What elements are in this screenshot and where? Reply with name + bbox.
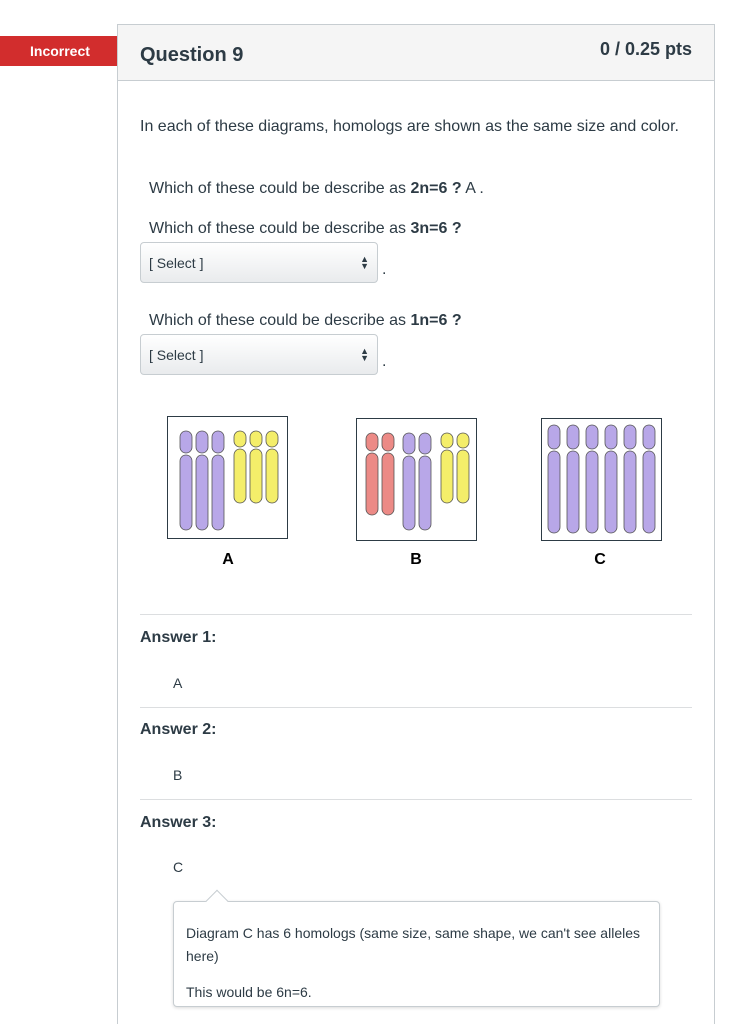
select-3n-value: [ Select ] [149,255,204,271]
sub-question-2n-term: 2n=6 ? [410,180,462,197]
chromosome [456,432,470,504]
answer-comment: Diagram C has 6 homologs (same size, sam… [173,889,660,1007]
answer-1-label: Answer 1: [140,629,217,646]
select-1n-arrow-icon: ▲ ▼ [360,346,369,363]
chromosome [585,424,599,534]
comment-text-2: This would be 6n=6. [186,984,312,1000]
select-3n-dropdown[interactable]: [ Select ] ▲ ▼ [140,242,378,283]
sub-question-3n: Which of these could be describe as 3n=6… [149,220,462,237]
sub-question-2n-answer: A . [461,180,484,197]
select-1n-trailing: . [382,353,387,370]
incorrect-label: Incorrect [30,43,90,59]
sub-question-1n: Which of these could be describe as 1n=6… [149,312,462,329]
chromosome [179,430,193,531]
diagram-b [356,418,477,541]
diagram-c-chromosomes [547,424,656,534]
sub-question-1n-term: 1n=6 ? [410,312,462,329]
diagram-c-label: C [594,551,606,568]
comment-pointer [205,889,229,913]
question-title: Question 9 [140,44,244,66]
sub-question-3n-term: 3n=6 ? [410,220,462,237]
question-text: In each of these diagrams, homologs are … [140,118,679,135]
select-1n-dropdown[interactable]: [ Select ] ▲ ▼ [140,334,378,375]
sub-question-2n: Which of these could be describe as 2n=6… [149,180,484,197]
question-header: Question 9 0 / 0.25 pts [118,25,714,81]
chromosome [381,432,395,516]
answer-3-label: Answer 3: [140,814,217,831]
answer-2-label: Answer 2: [140,721,217,738]
answer-2-value: B [173,767,183,783]
select-1n-value: [ Select ] [149,347,204,363]
diagram-a [167,416,288,539]
diagram-a-chromosomes [179,430,279,531]
divider [140,614,692,615]
chromosome [249,430,263,504]
divider [140,799,692,800]
chromosome [211,430,225,531]
chromosome [402,432,416,531]
diagram-c [541,418,662,541]
chromosome [365,432,379,516]
chromosome [604,424,618,534]
answer-1-value: A [173,675,183,691]
question-points: 0 / 0.25 pts [599,39,692,59]
question-card: Question 9 0 / 0.25 pts In each of these… [117,24,715,1024]
chromosome [623,424,637,534]
comment-text-1: Diagram C has 6 homologs (same size, sam… [186,925,640,964]
chromosome [195,430,209,531]
chromosome [547,424,561,534]
diagram-a-label: A [222,551,234,568]
select-3n-trailing: . [382,261,387,278]
answer-3-value: C [173,859,184,875]
chromosome [566,424,580,534]
diagram-b-label: B [410,551,422,568]
chromosome [233,430,247,504]
chromosome [642,424,656,534]
divider [140,707,692,708]
diagram-b-chromosomes [365,432,470,531]
chromosome [265,430,279,504]
chromosome [440,432,454,504]
select-3n-arrow-icon: ▲ ▼ [360,254,369,271]
chromosome [418,432,432,531]
incorrect-badge: Incorrect [0,36,134,66]
